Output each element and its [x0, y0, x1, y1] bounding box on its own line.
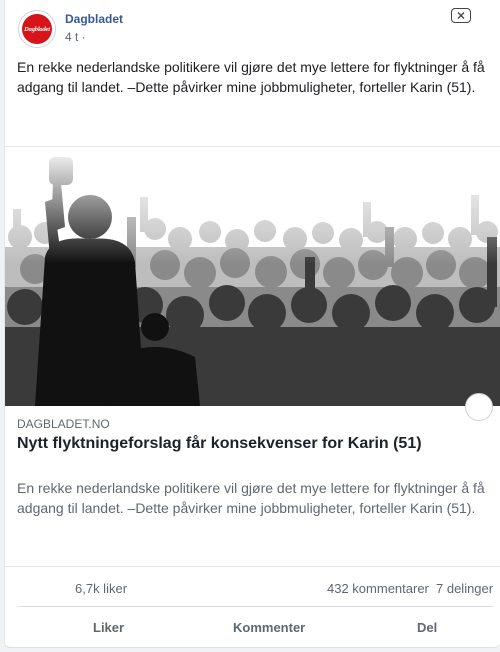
logo-text: Dagbladet	[24, 25, 50, 33]
page-avatar[interactable]: Dagbladet	[18, 10, 56, 48]
page-name-link[interactable]: Dagbladet	[65, 12, 123, 26]
dagbladet-logo: Dagbladet	[22, 14, 52, 44]
like-button[interactable]: Liker	[93, 620, 124, 635]
crowd-silhouette-image	[5, 147, 500, 406]
link-preview-image[interactable]	[5, 147, 500, 406]
share-button[interactable]: Del	[417, 620, 437, 635]
likes-count[interactable]: 6,7k liker	[75, 581, 127, 596]
comment-button[interactable]: Kommenter	[233, 620, 305, 635]
post-message: En rekke nederlandske politikere vil gjø…	[17, 59, 485, 95]
comments-count[interactable]: 432 kommentarer	[327, 581, 429, 596]
divider	[5, 566, 500, 567]
shares-count[interactable]: 7 delinger	[436, 581, 493, 596]
close-icon	[457, 12, 465, 19]
link-domain[interactable]: DAGBLADET.NO	[17, 417, 110, 431]
hide-post-button[interactable]	[451, 8, 471, 23]
link-title[interactable]: Nytt flyktningeforslag får konsekvenser …	[17, 435, 422, 453]
post-card: Dagbladet Dagbladet 4 t · En rekke neder…	[4, 0, 500, 648]
link-description[interactable]: En rekke nederlandske politikere vil gjø…	[17, 478, 493, 518]
post-timestamp[interactable]: 4 t ·	[65, 30, 86, 44]
save-link-button[interactable]	[465, 393, 493, 421]
divider	[17, 606, 493, 607]
